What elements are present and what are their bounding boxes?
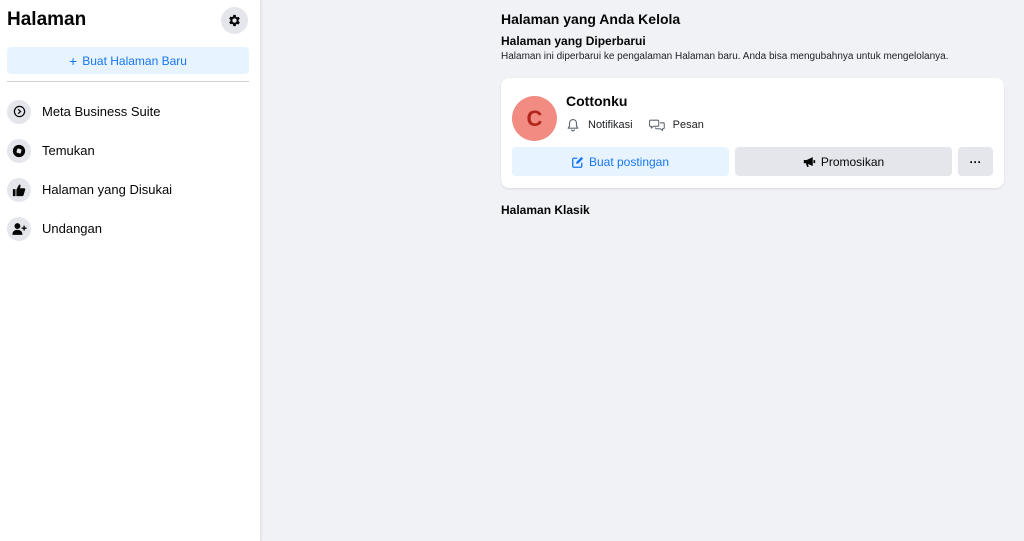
page-actions: Buat postingan Promosikan ··· [512, 147, 993, 176]
more-options-button[interactable]: ··· [958, 147, 993, 176]
edit-icon [572, 156, 584, 168]
bell-icon [567, 119, 579, 132]
settings-button[interactable] [221, 7, 248, 34]
sidebar-item-halaman-disukai[interactable]: Halaman yang Disukai [7, 170, 252, 209]
promote-label: Promosikan [820, 154, 885, 169]
page-title: Halaman yang Anda Kelola [501, 11, 681, 27]
sidebar-header: Halaman [7, 7, 248, 35]
page-card: C Cottonku Notifikasi Pesan Buat posting… [501, 78, 1004, 188]
more-options-icon: ··· [969, 154, 982, 169]
updated-pages-heading: Halaman yang Diperbarui [501, 34, 646, 48]
chat-bubbles-icon [648, 119, 665, 132]
sidebar-item-label: Meta Business Suite [42, 104, 161, 119]
notifications-label: Notifikasi [588, 119, 633, 131]
promote-button[interactable]: Promosikan [735, 147, 952, 176]
sidebar: Halaman + Buat Halaman Baru Meta Busines… [0, 0, 261, 541]
sidebar-item-label: Temukan [42, 143, 95, 158]
meta-business-icon [7, 99, 31, 124]
megaphone-icon [803, 156, 815, 167]
sidebar-item-meta-business-suite[interactable]: Meta Business Suite [7, 92, 252, 131]
sidebar-item-undangan[interactable]: Undangan [7, 209, 252, 248]
updated-pages-description: Halaman ini diperbarui ke pengalaman Hal… [501, 51, 949, 62]
sidebar-item-temukan[interactable]: Temukan [7, 131, 252, 170]
page-name-link[interactable]: Cottonku [566, 93, 627, 109]
messages-link[interactable]: Pesan [648, 118, 704, 132]
compass-icon [7, 138, 31, 163]
thumbs-up-icon [7, 177, 31, 202]
create-page-button[interactable]: + Buat Halaman Baru [7, 47, 249, 74]
gear-icon [229, 14, 240, 27]
sidebar-divider [7, 81, 249, 82]
plus-icon: + [69, 52, 78, 69]
sidebar-item-label: Halaman yang Disukai [42, 182, 173, 197]
page-meta-row: Notifikasi Pesan [566, 118, 704, 132]
create-post-button[interactable]: Buat postingan [512, 147, 729, 176]
create-page-label: Buat Halaman Baru [82, 53, 187, 68]
messages-label: Pesan [672, 119, 704, 131]
classic-pages-heading: Halaman Klasik [501, 203, 590, 217]
sidebar-nav: Meta Business Suite Temukan Halaman yang… [7, 92, 252, 248]
avatar[interactable]: C [512, 96, 557, 141]
person-add-icon [7, 216, 31, 241]
avatar-letter: C [526, 105, 543, 131]
create-post-label: Buat postingan [588, 154, 670, 169]
sidebar-item-label: Undangan [42, 221, 102, 236]
notifications-link[interactable]: Notifikasi [566, 118, 633, 132]
sidebar-title: Halaman [7, 9, 87, 30]
